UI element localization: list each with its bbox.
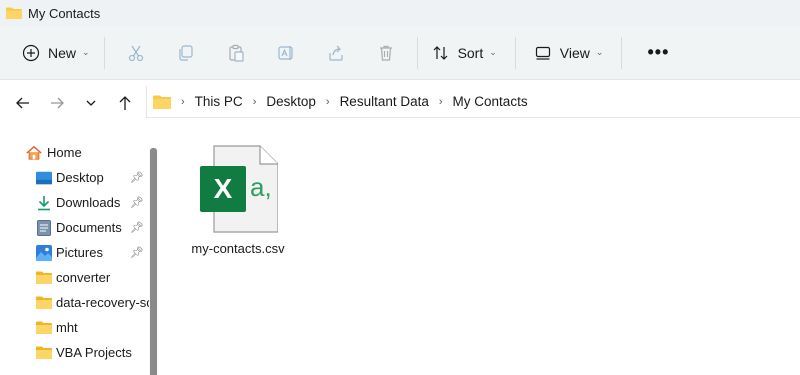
pin-icon: 📌︎: [130, 247, 144, 259]
breadcrumb-desktop[interactable]: Desktop: [266, 94, 316, 109]
sort-button[interactable]: Sort ⌄: [424, 35, 505, 71]
arrow-right-icon: [51, 97, 64, 109]
sidebar-item-converter[interactable]: converter: [0, 265, 148, 290]
separator: [416, 36, 418, 69]
trash-icon: [379, 45, 392, 61]
navigation-pane: Home Desktop 📌︎ Downloads 📌︎ Documents 📌…: [0, 126, 160, 375]
back-button[interactable]: [6, 88, 40, 118]
breadcrumb-separator: ›: [252, 95, 257, 108]
paste-button[interactable]: [211, 35, 261, 71]
excel-badge-letter: X: [214, 173, 233, 204]
address-bar[interactable]: › This PC › Desktop › Resultant Data › M…: [146, 86, 800, 118]
sort-icon: [433, 45, 447, 60]
file-list-area: X a, my-contacts.csv: [160, 126, 800, 375]
folder-icon: [36, 320, 52, 336]
breadcrumb-separator: ›: [181, 95, 185, 108]
sidebar-item-label: mht: [56, 320, 78, 335]
excel-csv-icon: X a,: [200, 145, 278, 233]
desktop-icon: [36, 170, 52, 186]
sidebar-item-label: data-recovery-so: [56, 295, 150, 310]
separator: [103, 36, 105, 69]
sidebar-item-label: VBA Projects: [56, 345, 132, 360]
up-button[interactable]: [108, 88, 142, 118]
sidebar-item-label: Downloads: [56, 195, 121, 210]
chevron-down-icon: ⌄: [489, 47, 497, 57]
pin-icon: 📌︎: [130, 172, 144, 184]
copy-icon: [178, 44, 193, 61]
command-bar: New ⌄ Sort ⌄ View ⌄ •••: [0, 26, 800, 80]
file-item[interactable]: X a, my-contacts.csv: [188, 144, 288, 264]
rename-icon: [277, 45, 293, 60]
sort-label: Sort: [457, 44, 484, 61]
sidebar-item-label: converter: [56, 270, 111, 285]
more-icon: •••: [647, 42, 670, 62]
separator: [621, 36, 623, 69]
sidebar-scrollbar-thumb[interactable]: [150, 148, 157, 375]
copy-button[interactable]: [161, 35, 211, 71]
folder-icon: [6, 7, 22, 19]
sidebar-item-data-recovery[interactable]: data-recovery-so: [0, 290, 150, 315]
folder-icon: [36, 345, 52, 361]
cut-icon: [128, 45, 143, 61]
cut-button[interactable]: [111, 35, 161, 71]
separator: [514, 36, 516, 69]
recent-locations-button[interactable]: [74, 88, 108, 118]
sidebar-item-label: Home: [47, 145, 82, 160]
chevron-down-icon: ⌄: [82, 47, 90, 57]
rename-button[interactable]: [261, 35, 311, 71]
breadcrumb-separator: ›: [438, 95, 443, 108]
arrow-up-icon: [119, 96, 131, 110]
share-icon: [328, 45, 343, 61]
folder-icon: [153, 95, 171, 109]
sidebar-item-desktop[interactable]: Desktop 📌︎: [0, 165, 148, 190]
plus-circle-icon: [22, 44, 40, 61]
share-button[interactable]: [311, 35, 361, 71]
pin-icon: 📌︎: [130, 222, 144, 234]
navigation-bar: › This PC › Desktop › Resultant Data › M…: [0, 80, 800, 126]
sidebar-item-vba-projects[interactable]: VBA Projects: [0, 340, 148, 365]
sidebar-item-label: Pictures: [56, 245, 103, 260]
breadcrumb-resultant-data[interactable]: Resultant Data: [340, 94, 429, 109]
documents-icon: [36, 219, 52, 236]
sidebar-item-label: Desktop: [56, 170, 104, 185]
sidebar-item-label: Documents: [56, 220, 122, 235]
paste-icon: [228, 44, 244, 62]
view-label: View: [559, 44, 590, 61]
folder-icon: [36, 270, 52, 286]
chevron-down-icon: ⌄: [595, 47, 604, 57]
folder-icon: [36, 295, 52, 311]
file-name: my-contacts.csv: [191, 241, 285, 256]
sidebar-item-documents[interactable]: Documents 📌︎: [0, 215, 148, 240]
pictures-icon: [36, 244, 52, 261]
forward-button[interactable]: [40, 88, 74, 118]
home-icon: [26, 145, 42, 161]
more-options-button[interactable]: •••: [638, 42, 678, 63]
breadcrumb-separator: ›: [325, 95, 330, 108]
sidebar-item-pictures[interactable]: Pictures 📌︎: [0, 240, 148, 265]
delete-button[interactable]: [361, 35, 411, 71]
title-bar: My Contacts: [0, 0, 800, 26]
sidebar-item-downloads[interactable]: Downloads 📌︎: [0, 190, 148, 215]
arrow-left-icon: [16, 97, 29, 109]
view-icon: [535, 46, 550, 60]
chevron-down-icon: [86, 100, 96, 106]
breadcrumb-my-contacts[interactable]: My Contacts: [453, 94, 528, 109]
downloads-icon: [36, 195, 52, 211]
new-label: New: [48, 44, 77, 61]
csv-preview-text: a,: [250, 172, 272, 202]
window-title: My Contacts: [28, 5, 101, 21]
pin-icon: 📌︎: [130, 197, 144, 209]
sidebar-item-home[interactable]: Home: [0, 140, 148, 165]
view-button[interactable]: View ⌄: [526, 35, 612, 71]
sidebar-item-mht[interactable]: mht: [0, 315, 148, 340]
new-button[interactable]: New ⌄: [14, 35, 98, 71]
breadcrumb-this-pc[interactable]: This PC: [195, 94, 243, 109]
